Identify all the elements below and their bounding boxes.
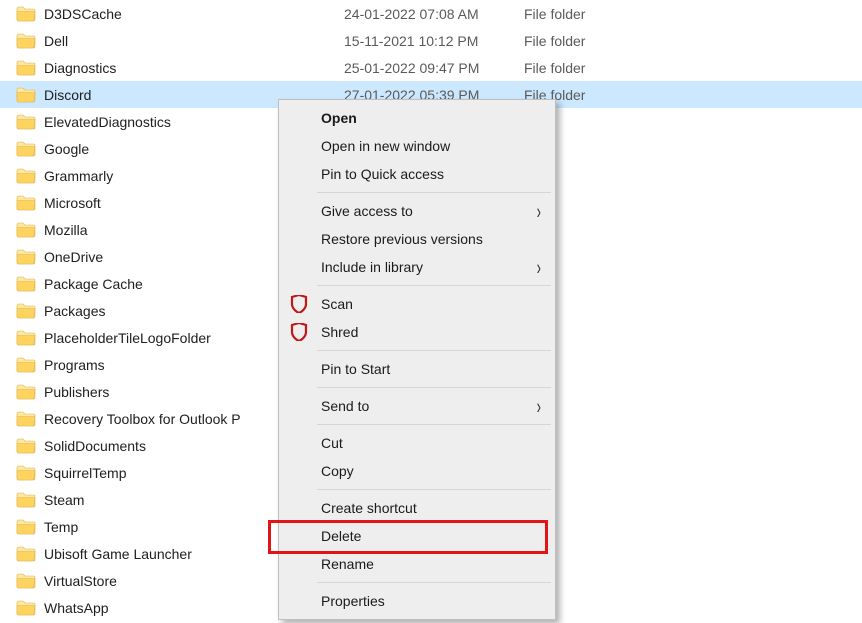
menu-item-rename[interactable]: Rename [281, 550, 553, 578]
menu-item-label: Pin to Quick access [321, 166, 444, 182]
folder-icon [16, 600, 36, 616]
folder-icon [16, 195, 36, 211]
file-date-modified: 25-01-2022 09:47 PM [344, 60, 524, 76]
menu-item-give-access-to[interactable]: Give access to › [281, 197, 553, 225]
menu-item-label: Shred [321, 324, 358, 340]
file-date-modified: 24-01-2022 07:08 AM [344, 6, 524, 22]
folder-icon [16, 330, 36, 346]
menu-item-label: Properties [321, 593, 385, 609]
mcafee-shield-icon [289, 295, 309, 313]
chevron-right-icon: › [537, 255, 541, 279]
file-name: D3DSCache [44, 6, 344, 22]
folder-icon [16, 87, 36, 103]
file-date-modified: 15-11-2021 10:12 PM [344, 33, 524, 49]
menu-separator [317, 350, 551, 351]
folder-icon [16, 249, 36, 265]
menu-item-label: Scan [321, 296, 353, 312]
menu-item-restore-previous-versions[interactable]: Restore previous versions [281, 225, 553, 253]
file-row[interactable]: Dell15-11-2021 10:12 PMFile folder [0, 27, 862, 54]
menu-separator [317, 387, 551, 388]
menu-item-open-in-new-window[interactable]: Open in new window [281, 132, 553, 160]
chevron-right-icon: › [537, 199, 541, 223]
menu-separator [317, 582, 551, 583]
folder-icon [16, 384, 36, 400]
folder-icon [16, 546, 36, 562]
context-menu[interactable]: Open Open in new window Pin to Quick acces… [278, 99, 556, 620]
folder-icon [16, 141, 36, 157]
file-name: Diagnostics [44, 60, 344, 76]
menu-item-create-shortcut[interactable]: Create shortcut [281, 494, 553, 522]
menu-item-label: Copy [321, 463, 354, 479]
folder-icon [16, 33, 36, 49]
mcafee-shield-icon [289, 323, 309, 341]
menu-item-label: Open [321, 110, 357, 126]
folder-icon [16, 276, 36, 292]
folder-icon [16, 168, 36, 184]
folder-icon [16, 357, 36, 373]
menu-item-shred[interactable]: Shred [281, 318, 553, 346]
menu-item-label: Rename [321, 556, 374, 572]
folder-icon [16, 60, 36, 76]
menu-item-label: Delete [321, 528, 361, 544]
menu-item-label: Restore previous versions [321, 231, 483, 247]
folder-icon [16, 465, 36, 481]
menu-item-delete[interactable]: Delete [281, 522, 553, 550]
file-type: File folder [524, 6, 585, 22]
menu-item-label: Open in new window [321, 138, 450, 154]
menu-item-label: Send to [321, 398, 369, 414]
folder-icon [16, 222, 36, 238]
menu-item-scan[interactable]: Scan [281, 290, 553, 318]
menu-item-pin-to-quick-access[interactable]: Pin to Quick access [281, 160, 553, 188]
menu-item-label: Cut [321, 435, 343, 451]
folder-icon [16, 519, 36, 535]
menu-item-include-in-library[interactable]: Include in library › [281, 253, 553, 281]
file-type: File folder [524, 60, 585, 76]
folder-icon [16, 573, 36, 589]
folder-icon [16, 303, 36, 319]
menu-separator [317, 285, 551, 286]
menu-item-label: Include in library [321, 259, 423, 275]
file-type: File folder [524, 33, 585, 49]
menu-item-label: Pin to Start [321, 361, 390, 377]
folder-icon [16, 114, 36, 130]
menu-separator [317, 192, 551, 193]
menu-item-properties[interactable]: Properties [281, 587, 553, 615]
folder-icon [16, 6, 36, 22]
menu-item-label: Create shortcut [321, 500, 417, 516]
folder-icon [16, 492, 36, 508]
folder-icon [16, 411, 36, 427]
file-row[interactable]: Diagnostics25-01-2022 09:47 PMFile folde… [0, 54, 862, 81]
menu-item-cut[interactable]: Cut [281, 429, 553, 457]
chevron-right-icon: › [537, 394, 541, 418]
menu-item-pin-to-start[interactable]: Pin to Start [281, 355, 553, 383]
file-name: Dell [44, 33, 344, 49]
menu-item-send-to[interactable]: Send to › [281, 392, 553, 420]
menu-separator [317, 489, 551, 490]
folder-icon [16, 438, 36, 454]
file-row[interactable]: D3DSCache24-01-2022 07:08 AMFile folder [0, 0, 862, 27]
menu-item-copy[interactable]: Copy [281, 457, 553, 485]
menu-item-open[interactable]: Open [281, 104, 553, 132]
menu-item-label: Give access to [321, 203, 413, 219]
menu-separator [317, 424, 551, 425]
